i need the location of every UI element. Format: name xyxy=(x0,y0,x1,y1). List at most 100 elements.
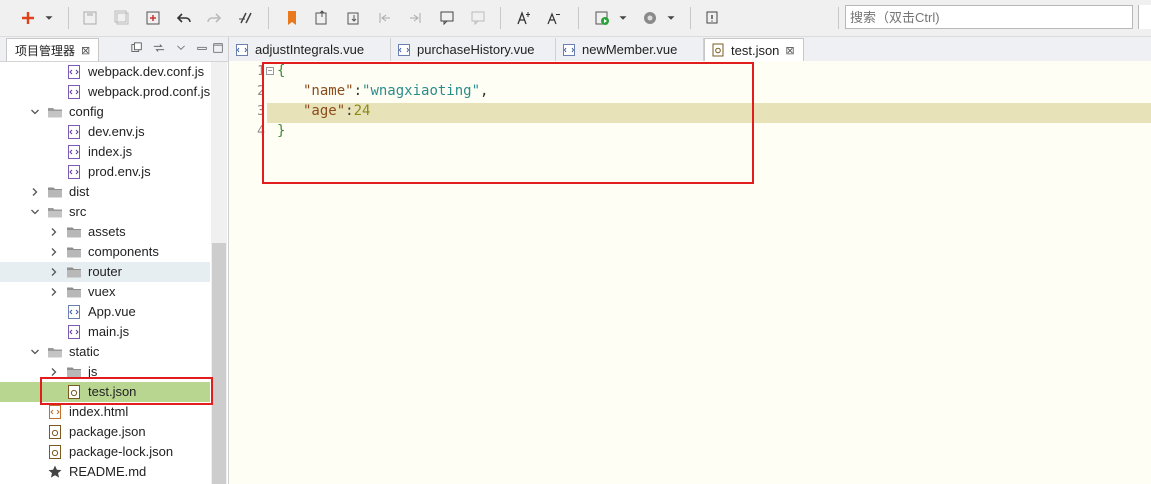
search-input[interactable] xyxy=(845,5,1133,29)
bookmark-next-icon[interactable] xyxy=(344,8,364,28)
tree-item-label: webpack.prod.conf.js xyxy=(88,84,210,99)
tree-item-label: dev.env.js xyxy=(88,124,145,139)
tree-item-label: webpack.dev.conf.js xyxy=(88,64,205,79)
tree-item-package-lock-json[interactable]: package-lock.json xyxy=(0,442,210,462)
comment-icon[interactable] xyxy=(437,8,457,28)
tree-item-label: main.js xyxy=(88,324,130,339)
tree-item-label: components xyxy=(88,244,159,259)
project-explorer-header: 项目管理器 ⊠ xyxy=(0,37,228,62)
json-file-icon xyxy=(47,444,63,460)
run-icon[interactable] xyxy=(592,8,612,28)
chevron-down-icon[interactable] xyxy=(30,107,40,117)
folder-icon xyxy=(66,224,82,240)
tree-item-dev-env-js[interactable]: dev.env.js xyxy=(0,122,210,142)
chevron-right-icon[interactable] xyxy=(30,187,40,197)
tree-item-src[interactable]: src xyxy=(0,202,210,222)
browser-dropdown-icon[interactable] xyxy=(664,8,678,28)
redo-icon[interactable] xyxy=(204,8,224,28)
folder-open-icon xyxy=(47,204,63,220)
chevron-right-icon[interactable] xyxy=(49,267,59,277)
vue-file-icon xyxy=(398,43,410,56)
tree-item-label: dist xyxy=(69,184,90,199)
tree-item-webpack-prod-conf-js[interactable]: webpack.prod.conf.js xyxy=(0,82,210,102)
uncomment-icon[interactable] xyxy=(468,8,488,28)
tree-item-label: App.vue xyxy=(88,304,136,319)
view-menu-icon[interactable] xyxy=(174,41,188,55)
tab-purchasehistory-vue[interactable]: purchaseHistory.vue xyxy=(391,38,556,61)
folder-icon xyxy=(47,184,63,200)
js-file-icon xyxy=(66,64,82,80)
tab-adjustintegrals-vue[interactable]: adjustIntegrals.vue xyxy=(229,38,391,61)
tree-item-readme-md[interactable]: README.md xyxy=(0,462,210,482)
console-icon[interactable] xyxy=(702,8,722,28)
vue-file-icon xyxy=(563,43,575,56)
undo-icon[interactable] xyxy=(174,8,194,28)
close-icon[interactable]: ⊠ xyxy=(81,44,90,57)
tree-item-config[interactable]: config xyxy=(0,102,210,122)
chevron-right-icon[interactable] xyxy=(49,367,59,377)
chevron-down-icon[interactable] xyxy=(30,207,40,217)
maximize-icon[interactable] xyxy=(211,41,225,55)
main-toolbar xyxy=(0,0,1151,37)
tree-item-prod-env-js[interactable]: prod.env.js xyxy=(0,162,210,182)
browser-icon[interactable] xyxy=(640,8,660,28)
tree-item-components[interactable]: components xyxy=(0,242,210,262)
format-icon[interactable] xyxy=(236,8,256,28)
tab-label: newMember.vue xyxy=(582,42,678,57)
tree-item-package-json[interactable]: package.json xyxy=(0,422,210,442)
tree-item-label: package-lock.json xyxy=(69,444,174,459)
new-dropdown-icon[interactable] xyxy=(42,8,56,28)
tree-item-label: assets xyxy=(88,224,126,239)
chevron-right-icon[interactable] xyxy=(49,287,59,297)
tree-item-router[interactable]: router xyxy=(0,262,210,282)
chevron-down-icon[interactable] xyxy=(30,347,40,357)
tab-label: adjustIntegrals.vue xyxy=(255,42,365,57)
vue-file-icon xyxy=(66,304,82,320)
save-all-icon[interactable] xyxy=(112,8,132,28)
bookmark-icon[interactable] xyxy=(282,8,302,28)
star-icon xyxy=(47,464,63,480)
goto-start-icon[interactable] xyxy=(375,8,395,28)
tree-item-label: index.html xyxy=(69,404,129,419)
new-plus-icon[interactable] xyxy=(18,8,38,28)
revert-icon[interactable] xyxy=(143,8,163,28)
folder-open-icon xyxy=(47,104,63,120)
font-increase-icon[interactable] xyxy=(514,8,534,28)
tree-item-main-js[interactable]: main.js xyxy=(0,322,210,342)
tree-item-static[interactable]: static xyxy=(0,342,210,362)
minimize-icon[interactable] xyxy=(195,41,209,55)
tree-item-label: README.md xyxy=(69,464,147,479)
tree-item-dist[interactable]: dist xyxy=(0,182,210,202)
tree-item-label: package.json xyxy=(69,424,146,439)
project-explorer: 项目管理器 ⊠ webpack.dev.conf.js webpack.prod.… xyxy=(0,37,229,484)
chevron-right-icon[interactable] xyxy=(49,227,59,237)
tab-newmember-vue[interactable]: newMember.vue xyxy=(556,38,704,61)
search-side-button[interactable] xyxy=(1138,5,1151,29)
bookmark-prev-icon[interactable] xyxy=(312,8,332,28)
project-explorer-title: 项目管理器 xyxy=(15,43,76,58)
folder-icon xyxy=(66,284,82,300)
js-file-icon xyxy=(66,164,82,180)
annotation-box-tree xyxy=(40,377,213,405)
tree-scrollbar-thumb[interactable] xyxy=(212,243,226,484)
editor-tab-bar: adjustIntegrals.vue purchaseHistory.vue … xyxy=(229,37,1151,62)
run-dropdown-icon[interactable] xyxy=(616,8,630,28)
tab-project-explorer[interactable]: 项目管理器 ⊠ xyxy=(6,38,100,61)
tab-test-json[interactable]: test.json ⊠ xyxy=(704,38,804,61)
font-decrease-icon[interactable] xyxy=(544,8,564,28)
folder-icon xyxy=(66,264,82,280)
chevron-right-icon[interactable] xyxy=(49,247,59,257)
tree-item-assets[interactable]: assets xyxy=(0,222,210,242)
tree-item-index-js[interactable]: index.js xyxy=(0,142,210,162)
save-icon[interactable] xyxy=(80,8,100,28)
goto-end-icon[interactable] xyxy=(405,8,425,28)
close-tab-icon[interactable]: ⊠ xyxy=(785,44,794,57)
tree-item-label: router xyxy=(88,264,122,279)
collapse-all-icon[interactable] xyxy=(130,41,144,55)
tree-item-webpack-dev-conf-js[interactable]: webpack.dev.conf.js xyxy=(0,62,210,82)
tree-item-vuex[interactable]: vuex xyxy=(0,282,210,302)
link-editor-icon[interactable] xyxy=(152,41,166,55)
tree-item-app-vue[interactable]: App.vue xyxy=(0,302,210,322)
annotation-box-editor xyxy=(262,62,754,184)
tree-item-index-html[interactable]: index.html xyxy=(0,402,210,422)
